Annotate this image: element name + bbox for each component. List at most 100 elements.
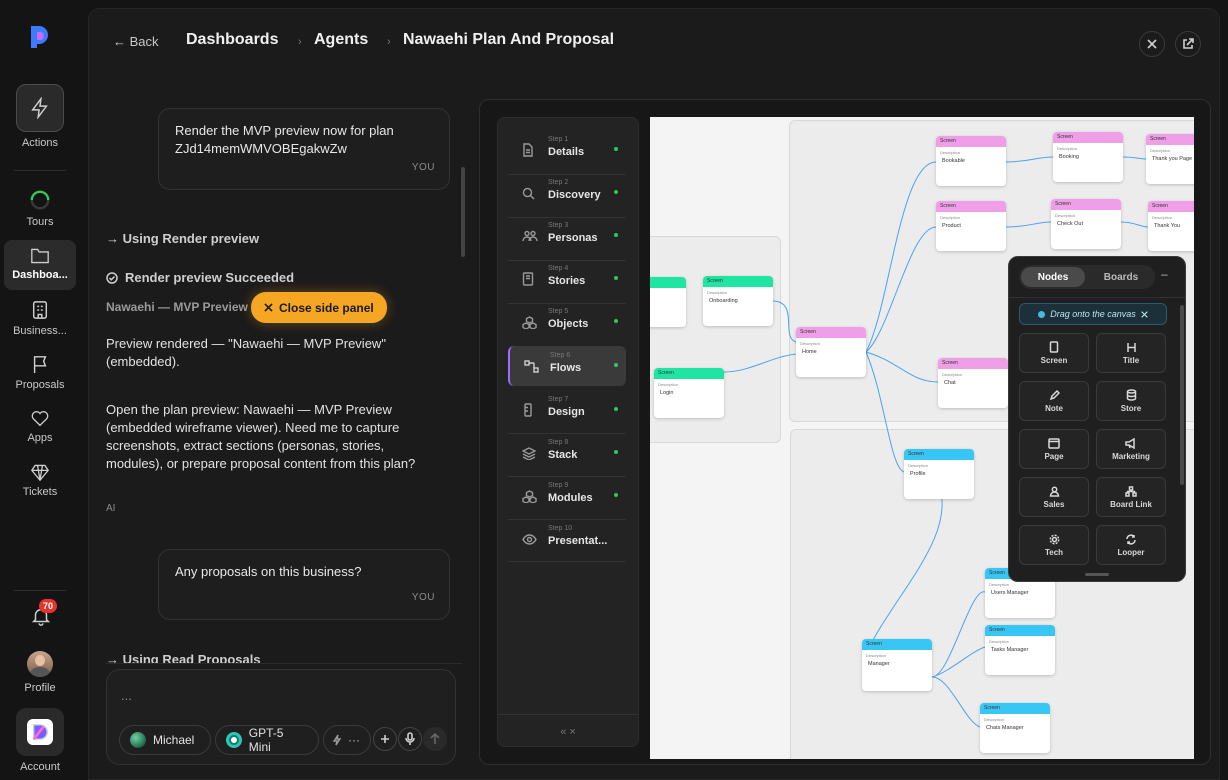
message-composer[interactable]: ... Michael GPT-5 Mini ··· <box>106 669 456 765</box>
minimize-palette-button[interactable]: – <box>1161 267 1168 281</box>
node-header: Screen <box>938 358 1008 369</box>
model-selector[interactable]: GPT-5 Mini <box>215 725 319 755</box>
palette-scrollbar[interactable] <box>1180 305 1184 485</box>
breadcrumb-dashboards[interactable]: Dashboards <box>186 31 278 49</box>
tool-call-proposals[interactable]: → Using Read Proposals <box>106 652 261 663</box>
send-button[interactable] <box>423 727 447 751</box>
palette-tile-store[interactable]: Store <box>1096 381 1166 421</box>
tab-boards[interactable]: Boards <box>1089 267 1153 287</box>
canvas-node-partial[interactable] <box>650 277 686 327</box>
megaphone-icon <box>1125 437 1135 449</box>
step-details[interactable]: Step 1 Details <box>508 130 626 170</box>
canvas-node-profile[interactable]: Screen Description Profile <box>904 449 974 499</box>
notification-badge: 70 <box>39 599 57 613</box>
rail-dashboards[interactable]: Dashboa... <box>4 240 76 290</box>
step-number: Step 9 <box>548 482 569 489</box>
chat-scrollbar[interactable] <box>461 167 465 257</box>
tool-call-render[interactable]: → Using Render preview <box>106 231 259 246</box>
canvas-node-home[interactable]: Screen Description Home <box>796 327 866 377</box>
step-flows[interactable]: Step 6 Flows <box>508 346 626 386</box>
heading-icon <box>1126 342 1136 352</box>
step-complete-dot <box>614 233 618 237</box>
node-header: Screen <box>980 703 1050 714</box>
rail-business[interactable]: Business... <box>4 300 76 337</box>
close-icon[interactable] <box>1141 310 1148 318</box>
palette-tile-page[interactable]: Page <box>1019 429 1089 469</box>
canvas-node-thank-you-page[interactable]: Screen Description Thank you Page <box>1146 134 1194 184</box>
app-logo[interactable] <box>28 24 52 50</box>
tool-status[interactable]: Render preview Succeeded <box>106 270 294 285</box>
canvas-node-onboarding[interactable]: Screen Description Onboarding <box>703 276 773 326</box>
canvas-node-chat[interactable]: Screen Description Chat <box>938 358 1008 408</box>
canvas-node-manager[interactable]: Screen Description Manager <box>862 639 932 691</box>
composer-input[interactable]: ... <box>121 688 132 703</box>
canvas-node-booking[interactable]: Screen Description Booking <box>1053 132 1123 182</box>
canvas-node-product[interactable]: Screen Description Product <box>936 201 1006 251</box>
node-description-label: Description <box>984 717 1005 722</box>
app-root: Actions Tours Dashboa... Business... Pro… <box>0 0 1228 780</box>
node-title: Booking <box>1059 154 1079 160</box>
close-icon <box>1147 39 1157 49</box>
step-stack[interactable]: Step 8 Stack <box>508 433 626 473</box>
step-discovery[interactable]: Step 2 Discovery <box>508 173 626 213</box>
rail-tours[interactable]: Tours <box>4 189 76 228</box>
more-icon: ··· <box>348 733 360 747</box>
canvas-node-login[interactable]: Screen Description Login <box>654 368 724 418</box>
rail-apps[interactable]: Apps <box>4 409 76 444</box>
notifications-button[interactable]: 70 <box>30 599 57 627</box>
palette-tile-board-link[interactable]: Board Link <box>1096 477 1166 517</box>
tool-call-label: → Using Render preview <box>106 231 260 246</box>
step-personas[interactable]: Step 3 Personas <box>508 216 626 256</box>
step-stories[interactable]: Step 4 Stories <box>508 259 626 299</box>
close-button[interactable] <box>1139 31 1165 57</box>
model-selector-label: GPT-5 Mini <box>248 726 284 754</box>
canvas-node-chats-manager[interactable]: Screen Description Chats Manager <box>980 703 1050 753</box>
rail-proposals[interactable]: Proposals <box>4 354 76 391</box>
tools-menu[interactable]: ··· <box>323 725 371 755</box>
voice-input-button[interactable] <box>398 727 422 751</box>
close-side-panel-button[interactable]: Close side panel <box>251 292 387 323</box>
lightning-icon <box>332 734 342 746</box>
canvas-node-thank-you[interactable]: Screen Description Thank You <box>1148 201 1194 251</box>
canvas-node-tasks-manager[interactable]: Screen Description Tasks Manager <box>985 625 1055 675</box>
drag-hint: Drag onto the canvas <box>1019 303 1167 325</box>
breadcrumb-separator: › <box>387 36 391 48</box>
node-description-label: Description <box>800 341 821 346</box>
add-attachment-button[interactable] <box>373 727 397 751</box>
step-presentation[interactable]: Step 10 Presentat... <box>508 519 626 559</box>
step-design[interactable]: Step 7 Design <box>508 390 626 430</box>
database-icon <box>1126 389 1136 401</box>
user-selector[interactable]: Michael <box>119 725 211 755</box>
flow-icon <box>524 359 539 373</box>
palette-tile-tech[interactable]: Tech <box>1019 525 1089 565</box>
palette-tile-sales[interactable]: Sales <box>1019 477 1089 517</box>
tab-nodes[interactable]: Nodes <box>1021 267 1085 287</box>
palette-tile-marketing[interactable]: Marketing <box>1096 429 1166 469</box>
rail-actions[interactable]: Actions <box>4 84 76 149</box>
step-title: Objects <box>548 318 589 330</box>
canvas-node-bookable[interactable]: Screen Description Bookable <box>936 136 1006 186</box>
tile-label: Screen <box>1040 356 1068 365</box>
page-title: Nawaehi Plan And Proposal <box>403 31 615 48</box>
rail-profile[interactable]: Profile <box>4 651 76 694</box>
collapse-steps-button[interactable]: « × <box>498 726 638 738</box>
palette-tile-note[interactable]: Note <box>1019 381 1089 421</box>
palette-tile-screen[interactable]: Screen <box>1019 333 1089 373</box>
open-external-button[interactable] <box>1175 31 1201 57</box>
node-title: Product <box>942 223 961 229</box>
step-modules[interactable]: Step 9 Modules <box>508 476 626 516</box>
tile-label: Note <box>1045 403 1063 413</box>
tile-label: Sales <box>1043 499 1065 509</box>
step-number: Step 4 <box>548 265 569 272</box>
rail-tickets[interactable]: Tickets <box>4 463 76 498</box>
palette-resize-handle[interactable] <box>1085 573 1109 576</box>
step-objects[interactable]: Step 5 Objects <box>508 302 626 342</box>
book-icon <box>522 272 534 286</box>
back-button[interactable]: ← Back <box>113 34 159 49</box>
palette-tile-title[interactable]: Title <box>1096 333 1166 373</box>
palette-tile-looper[interactable]: Looper <box>1096 525 1166 565</box>
canvas-node-check-out[interactable]: Screen Description Check Out <box>1051 199 1121 249</box>
rail-account[interactable]: Account <box>4 708 76 773</box>
breadcrumb-separator: › <box>298 36 302 48</box>
breadcrumb-agents[interactable]: Agents <box>314 31 368 49</box>
